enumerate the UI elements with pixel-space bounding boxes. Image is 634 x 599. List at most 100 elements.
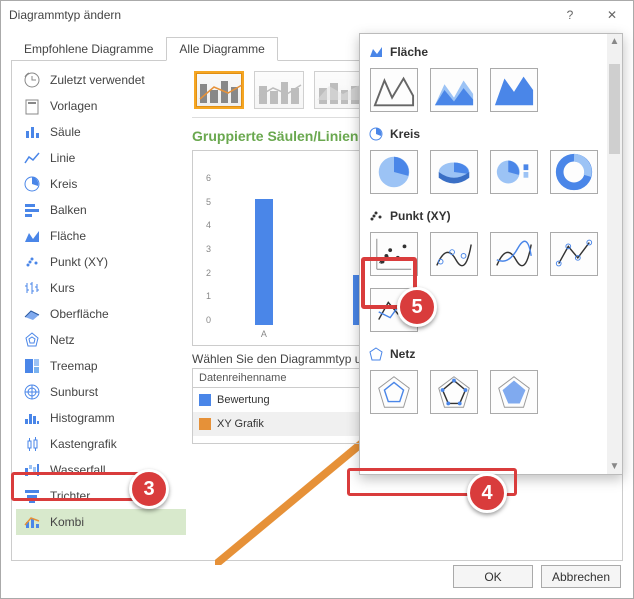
scroll-down-icon[interactable]: ▼: [607, 459, 622, 474]
sidebar-item-label: Säule: [50, 125, 81, 139]
sidebar-item-label: Kastengrafik: [50, 437, 117, 451]
cat-scatter: Punkt (XY): [368, 208, 616, 224]
sidebar-item-surface[interactable]: Oberfläche: [16, 301, 186, 327]
scroll-thumb[interactable]: [609, 64, 620, 154]
line-icon: [22, 148, 42, 168]
thumb-pie-4[interactable]: [550, 150, 598, 194]
tab-recommended[interactable]: Empfohlene Diagramme: [11, 37, 166, 61]
close-button[interactable]: ✕: [591, 1, 633, 29]
sidebar-item-scatter[interactable]: Punkt (XY): [16, 249, 186, 275]
sidebar-item-label: Vorlagen: [50, 99, 97, 113]
sidebar-item-label: Fläche: [50, 229, 86, 243]
histogram-icon: [22, 408, 42, 428]
sunburst-icon: [22, 382, 42, 402]
cat-radar: Netz: [368, 346, 616, 362]
help-button[interactable]: ?: [549, 1, 591, 29]
dialog-footer: OK Abbrechen: [453, 565, 621, 588]
surface-icon: [22, 304, 42, 324]
sidebar-item-funnel[interactable]: Trichter: [16, 483, 186, 509]
thumb-area-3[interactable]: [490, 68, 538, 112]
sidebar-item-label: Wasserfall: [50, 463, 106, 477]
chart-type-picker-popup: Fläche Kreis Punkt (XY): [359, 33, 623, 475]
treemap-icon: [22, 356, 42, 376]
pie-icon: [368, 126, 384, 142]
sidebar-item-area[interactable]: Fläche: [16, 223, 186, 249]
dialog-window: Diagrammtyp ändern ? ✕ Empfohlene Diagra…: [0, 0, 634, 599]
series-color-swatch: [199, 394, 211, 406]
templates-icon: [22, 96, 42, 116]
area-icon: [22, 226, 42, 246]
thumb-area-2[interactable]: [430, 68, 478, 112]
thumb-scatter-3[interactable]: [490, 232, 538, 276]
thumb-radar-1[interactable]: [370, 370, 418, 414]
thumb-scatter-2[interactable]: [430, 232, 478, 276]
sidebar-item-label: Histogramm: [50, 411, 115, 425]
recent-icon: [22, 70, 42, 90]
sidebar-item-histogram[interactable]: Histogramm: [16, 405, 186, 431]
combo-icon: [22, 512, 42, 532]
col-name-header: Datenreihenname: [193, 369, 363, 387]
series-name: Bewertung: [217, 394, 367, 406]
sidebar-item-line[interactable]: Linie: [16, 145, 186, 171]
boxplot-icon: [22, 434, 42, 454]
radar-icon: [368, 346, 384, 362]
sidebar-item-waterfall[interactable]: Wasserfall: [16, 457, 186, 483]
scroll-up-icon[interactable]: ▲: [607, 34, 622, 49]
thumb-pie-3[interactable]: [490, 150, 538, 194]
subtype-col-line-sec-axis[interactable]: [254, 71, 304, 109]
sidebar-item-label: Kurs: [50, 281, 75, 295]
sidebar-item-label: Punkt (XY): [50, 255, 108, 269]
sidebar-item-label: Balken: [50, 203, 87, 217]
sidebar-item-label: Linie: [50, 151, 75, 165]
ok-button[interactable]: OK: [453, 565, 533, 588]
sidebar-item-sunburst[interactable]: Sunburst: [16, 379, 186, 405]
column-icon: [22, 122, 42, 142]
sidebar-item-combo[interactable]: Kombi: [16, 509, 186, 535]
sidebar-item-bar[interactable]: Balken: [16, 197, 186, 223]
y-axis: 6 5 4 3 2 1 0: [197, 173, 211, 325]
waterfall-icon: [22, 460, 42, 480]
pie-icon: [22, 174, 42, 194]
thumb-scatter-4[interactable]: [550, 232, 598, 276]
sidebar-item-stock[interactable]: Kurs: [16, 275, 186, 301]
sidebar-item-label: Kreis: [50, 177, 77, 191]
popup-scrollbar[interactable]: ▲ ▼: [607, 34, 622, 474]
sidebar-item-label: Sunburst: [50, 385, 98, 399]
thumb-area-1[interactable]: [370, 68, 418, 112]
thumb-pie-2[interactable]: [430, 150, 478, 194]
sidebar-item-pie[interactable]: Kreis: [16, 171, 186, 197]
sidebar-item-label: Oberfläche: [50, 307, 109, 321]
sidebar-item-column[interactable]: Säule: [16, 119, 186, 145]
thumb-radar-3[interactable]: [490, 370, 538, 414]
sidebar-item-boxplot[interactable]: Kastengrafik: [16, 431, 186, 457]
subtype-clustered-col-line[interactable]: [194, 71, 244, 109]
funnel-icon: [22, 486, 42, 506]
dialog-title: Diagrammtyp ändern: [9, 8, 121, 22]
cat-label: Punkt (XY): [390, 209, 451, 223]
sidebar-item-templates[interactable]: Vorlagen: [16, 93, 186, 119]
sidebar-item-recent[interactable]: Zuletzt verwendet: [16, 67, 186, 93]
sidebar-item-radar[interactable]: Netz: [16, 327, 186, 353]
sidebar-item-label: Kombi: [50, 515, 84, 529]
chart-type-sidebar: Zuletzt verwendet Vorlagen Säule Linie K…: [16, 67, 186, 535]
series-name: XY Grafik: [217, 418, 367, 430]
subtype-stacked-area-col[interactable]: [314, 71, 364, 109]
thumb-pie-1[interactable]: [370, 150, 418, 194]
cat-area: Fläche: [368, 44, 616, 60]
tab-all[interactable]: Alle Diagramme: [166, 37, 277, 61]
thumb-scatter-5[interactable]: [370, 288, 418, 332]
sidebar-item-treemap[interactable]: Treemap: [16, 353, 186, 379]
sidebar-item-label: Treemap: [50, 359, 98, 373]
titlebar: Diagrammtyp ändern ? ✕: [1, 1, 633, 29]
thumb-radar-2[interactable]: [430, 370, 478, 414]
stock-icon: [22, 278, 42, 298]
radar-icon: [22, 330, 42, 350]
cat-pie: Kreis: [368, 126, 616, 142]
bar-icon: [22, 200, 42, 220]
series-color-swatch: [199, 418, 211, 430]
cat-label: Fläche: [390, 45, 428, 59]
cancel-button[interactable]: Abbrechen: [541, 565, 621, 588]
scatter-icon: [22, 252, 42, 272]
sidebar-item-label: Netz: [50, 333, 75, 347]
thumb-scatter-1[interactable]: [370, 232, 418, 276]
